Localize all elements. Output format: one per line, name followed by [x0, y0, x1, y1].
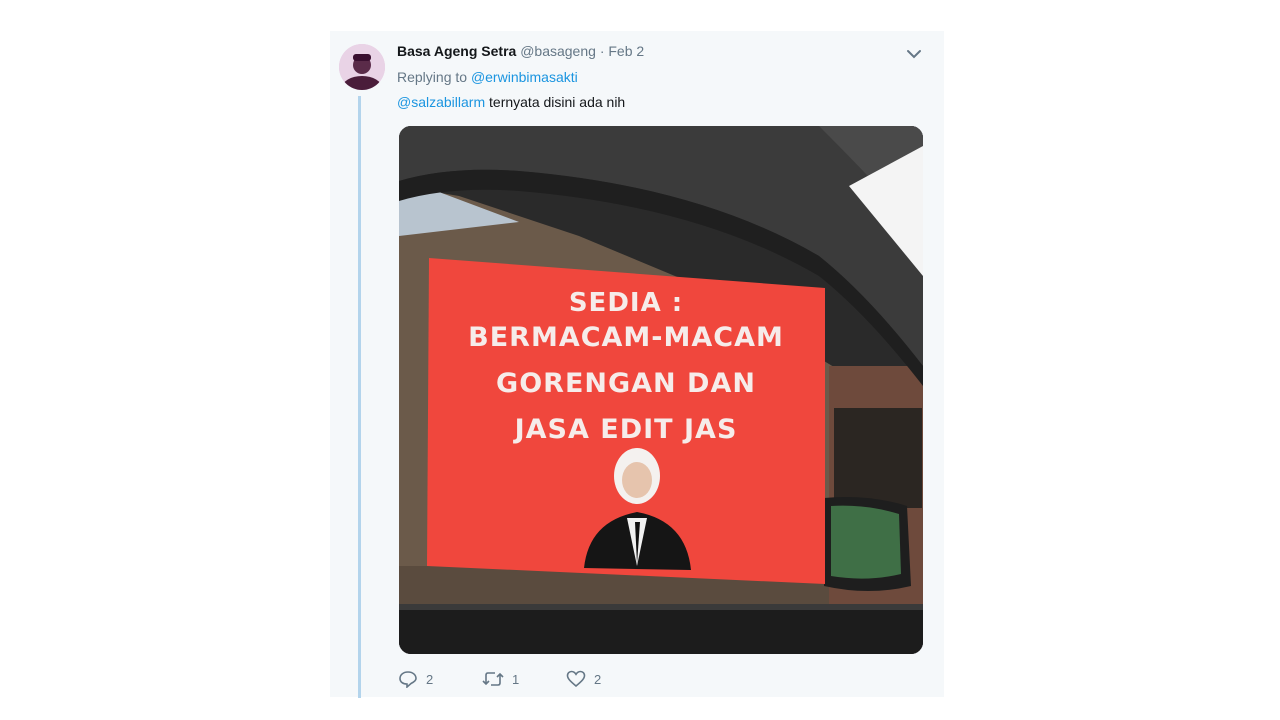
- like-count: 2: [594, 671, 602, 687]
- author-handle[interactable]: @basageng: [520, 43, 596, 59]
- replying-prefix: Replying to: [397, 69, 468, 85]
- tweet-header: Basa Ageng Setra @basageng · Feb 2: [397, 43, 644, 63]
- tweet-text: @salzabillarm ternyata disini ada nih: [397, 94, 625, 110]
- replying-to: Replying to @erwinbimasakti: [397, 69, 578, 85]
- thread-line: [358, 96, 361, 698]
- reply-button[interactable]: 2: [398, 668, 433, 690]
- header-separator: ·: [599, 43, 605, 59]
- retweet-icon: [482, 672, 504, 686]
- author-name[interactable]: Basa Ageng Setra: [397, 43, 516, 59]
- mention-link[interactable]: @salzabillarm: [397, 94, 485, 110]
- like-button[interactable]: 2: [566, 668, 601, 690]
- sign-line-3: GORENGAN DAN: [496, 368, 756, 399]
- retweet-count: 1: [512, 671, 520, 687]
- chevron-down-icon[interactable]: [905, 47, 923, 61]
- sign-line-1: SEDIA :: [568, 288, 684, 318]
- avatar[interactable]: [339, 44, 385, 90]
- reply-icon: [399, 671, 417, 688]
- heart-icon: [566, 670, 586, 688]
- replying-to-link[interactable]: @erwinbimasakti: [471, 69, 578, 85]
- sign-line-2: BERMACAM-MACAM: [468, 322, 784, 353]
- tweet-body: ternyata disini ada nih: [485, 94, 626, 110]
- reply-count: 2: [426, 671, 434, 687]
- retweet-button[interactable]: 1: [482, 668, 519, 690]
- tweet-date[interactable]: Feb 2: [608, 43, 644, 59]
- sign-line-4: JASA EDIT JAS: [514, 414, 738, 445]
